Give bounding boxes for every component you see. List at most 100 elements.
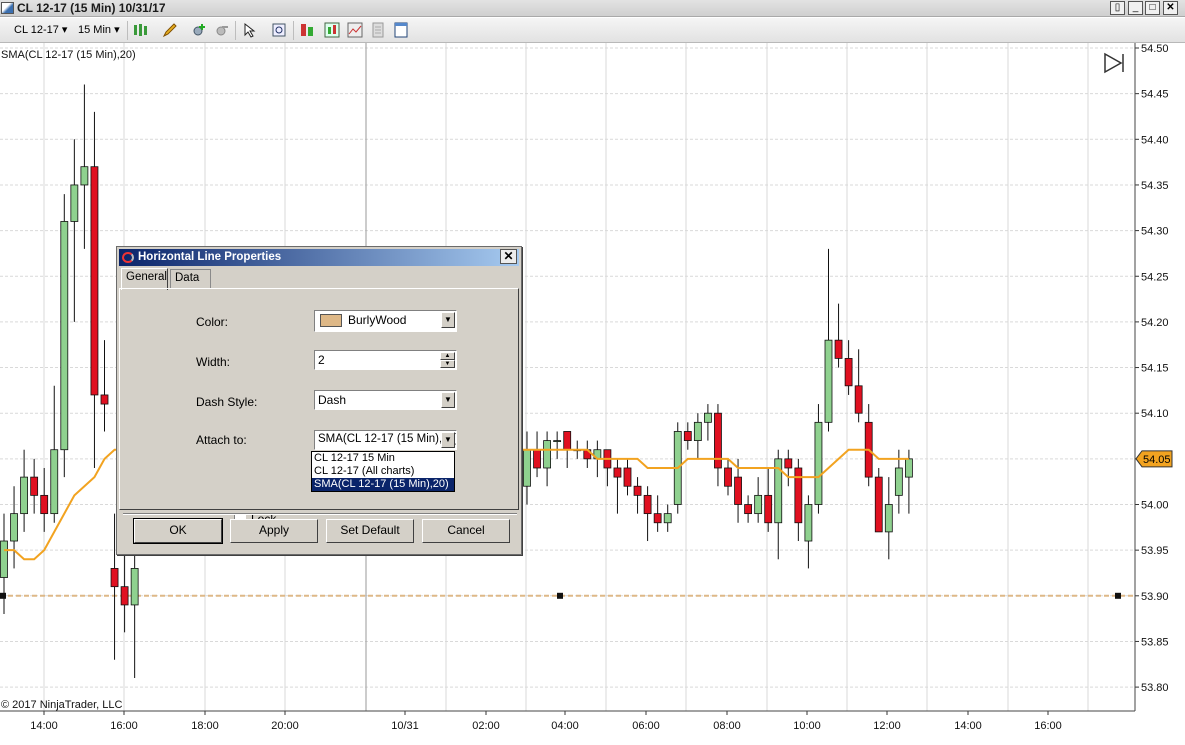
attach-to-label: Attach to: [196,433,247,447]
candle-body [754,494,763,515]
candle-body [724,467,732,487]
candle-body [90,166,99,396]
candle-body [854,385,863,414]
candle-body [553,440,562,442]
x-tick-label: 14:00 [30,720,58,732]
candle-body [130,568,139,606]
data-box-icon[interactable] [299,22,315,38]
x-tick-label: 18:00 [191,720,219,732]
maximize-button[interactable]: □ [1145,1,1160,15]
y-tick-label: 54.10 [1141,408,1169,420]
y-tick-label: 54.40 [1141,134,1169,146]
cursor-icon[interactable] [242,22,258,38]
dash-style-dropdown[interactable]: Dash ▼ [314,390,457,410]
candle-body [563,431,572,451]
horizontal-line-anchor [557,592,563,599]
dialog-titlebar: Horizontal Line Properties [119,249,519,266]
candle-body [30,476,39,496]
attach-option[interactable]: CL 12-17 (All charts) [312,465,454,478]
instrument-selector[interactable]: CL 12-17 ▾ [14,23,67,36]
candle-body [894,467,903,496]
candle-body [734,476,742,505]
y-tick-label: 54.45 [1141,89,1169,101]
attach-option-selected[interactable]: SMA(CL 12-17 (15 Min),20) [312,478,454,491]
horizontal-line-anchor [0,592,6,599]
y-tick-label: 54.20 [1141,317,1169,329]
candle-body [10,513,18,542]
strategies-icon[interactable] [347,22,363,38]
width-stepper[interactable]: 2 ▲ ▼ [314,350,457,370]
dialog-title: Horizontal Line Properties [138,251,282,263]
candle-body [804,504,813,542]
apply-button[interactable]: Apply [230,519,318,543]
x-tick-label: 06:00 [632,720,660,732]
color-dropdown[interactable]: BurlyWood ▼ [314,310,457,332]
y-tick-label: 53.85 [1141,636,1169,648]
indicator-label: SMA(CL 12-17 (15 Min),20) [1,49,136,61]
dialog-close-button[interactable]: ✕ [500,249,517,264]
candle-body [633,485,642,496]
zoom-out-icon[interactable] [214,22,230,38]
bar-type-icon[interactable] [132,22,148,38]
attach-to-dropdown[interactable]: SMA(CL 12-17 (15 Min),20) ▼ [314,430,457,450]
chevron-down-icon[interactable]: ▼ [441,392,455,408]
attach-option[interactable]: CL 12-17 15 Min [312,452,454,465]
y-tick-label: 54.15 [1141,363,1169,375]
chevron-down-icon[interactable]: ▼ [441,312,455,328]
spin-down-icon[interactable]: ▼ [440,360,455,368]
x-tick-label: 10/31 [391,720,419,732]
candle-body [40,494,49,515]
app-icon [1,2,14,14]
width-label: Width: [196,355,231,369]
x-tick-label: 20:00 [271,720,299,732]
tab-general[interactable]: General [121,268,168,290]
candle-body [693,421,702,441]
y-tick-label: 54.50 [1141,43,1169,55]
restore-down-button[interactable]: ▯ [1110,1,1125,15]
y-tick-label: 53.80 [1141,682,1169,694]
y-tick-label: 54.30 [1141,226,1169,238]
y-tick-label: 53.95 [1141,545,1169,557]
candle-body [814,421,823,505]
candle-body [70,184,79,222]
candle-body [653,513,662,524]
instrument-label: CL 12-17 [14,24,59,36]
ok-button[interactable]: OK [133,518,223,544]
candle-body [80,166,89,186]
tab-data[interactable]: Data [170,269,211,289]
candle-body [533,449,541,469]
magnifier-icon[interactable] [271,22,287,38]
horizontal-line-anchor [1115,592,1121,599]
candle-body [110,568,119,588]
x-tick-label: 16:00 [1034,720,1062,732]
x-tick-label: 12:00 [873,720,901,732]
close-button[interactable]: ✕ [1163,1,1178,15]
chevron-down-icon[interactable]: ▼ [441,432,455,448]
candle-body [704,412,712,423]
x-tick-label: 16:00 [110,720,138,732]
interval-selector[interactable]: 15 Min ▾ [78,23,120,36]
zoom-in-icon[interactable] [191,22,207,38]
button-divider [123,513,517,515]
candle-body [100,394,109,405]
copyright-label: © 2017 NinjaTrader, LLC [1,699,123,711]
candle-body [50,449,59,515]
spin-up-icon[interactable]: ▲ [440,352,455,360]
candle-body [60,221,69,451]
candle-body [744,504,752,515]
template-icon[interactable] [393,22,409,38]
attach-to-options-list[interactable]: CL 12-17 15 Min CL 12-17 (All charts) SM… [311,451,455,492]
candle-body [844,358,853,387]
properties-icon[interactable] [370,22,386,38]
minimize-button[interactable]: _ [1128,1,1143,15]
interval-label: 15 Min [78,24,112,36]
candle-body [543,440,551,469]
cancel-button[interactable]: Cancel [422,519,510,543]
indicators-icon[interactable] [324,22,340,38]
candle-body [824,339,833,423]
x-tick-label: 10:00 [793,720,821,732]
drawing-pencil-icon[interactable] [162,22,178,38]
candle-body [874,476,883,533]
candle-body [623,467,632,487]
set-default-button[interactable]: Set Default [326,519,414,543]
